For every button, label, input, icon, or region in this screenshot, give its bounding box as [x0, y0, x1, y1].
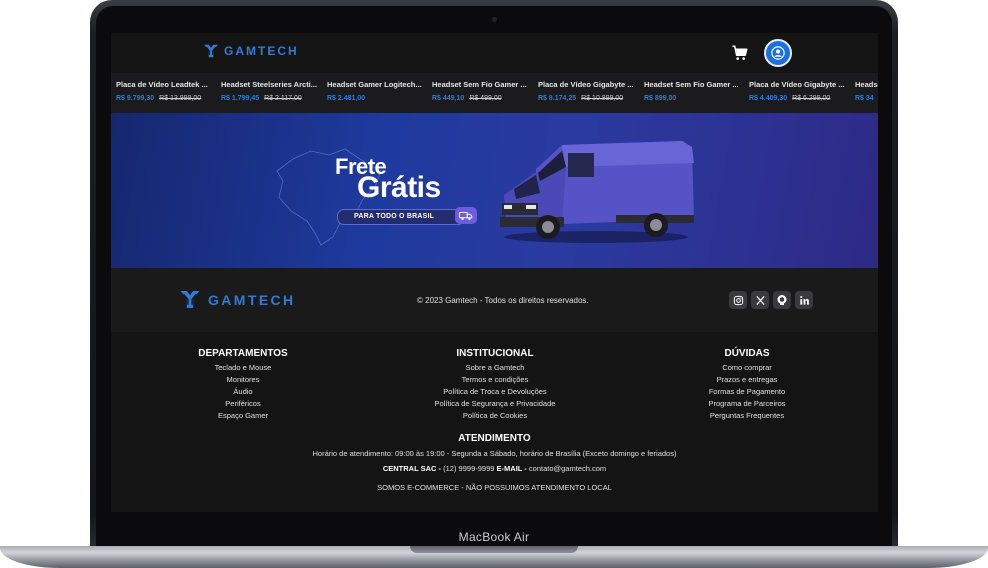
atendimento-section: ATENDIMENTO Horário de atendimento: 09:0…: [111, 433, 878, 492]
product-name: Placa de Vídeo Gigabyte ...: [538, 80, 634, 89]
atendimento-hours: Horário de atendimento: 09:00 às 19:00 -…: [312, 449, 677, 458]
footer-link[interactable]: Como comprar: [647, 362, 847, 374]
instagram-icon: [733, 295, 743, 305]
product-card[interactable]: Placa de Vídeo Gigabyte ... R$ 4.409,30 R…: [749, 80, 849, 102]
footer-link[interactable]: Programa de Parceiros: [647, 398, 847, 410]
footer-logo[interactable]: GAMTECH: [179, 290, 296, 309]
product-price: R$ 899,00: [644, 95, 677, 102]
sac-label: CENTRAL SAC -: [382, 464, 442, 473]
footer-link[interactable]: Política de Segurança e Privacidade: [395, 398, 595, 410]
copyright-text: © 2023 Gamtech - Todos os direitos reser…: [417, 296, 589, 305]
linkedin-button[interactable]: [795, 291, 813, 309]
column-title: DEPARTAMENTOS: [198, 348, 288, 359]
product-carousel: Placa de Vídeo Leadtek ... R$ 9.799,30 R$…: [111, 73, 878, 113]
gamtech-logo-icon: [204, 44, 218, 58]
email-label: E-MAIL -: [496, 464, 527, 473]
product-name: Headset Sem Fio Gamer ...: [644, 80, 739, 89]
product-price: R$ 449,10: [432, 95, 465, 102]
product-old-price: R$ 13.999,00: [159, 95, 202, 102]
product-price: R$ 34: [855, 95, 874, 102]
atendimento-title: ATENDIMENTO: [458, 433, 531, 444]
banner-title-gratis: Grátis: [357, 171, 441, 204]
screen: GAMTECH Placa de Vídeo Leadtek ... R$ 9.…: [111, 33, 878, 512]
product-name: Headset Steelseries Arcti...: [221, 80, 318, 89]
social-links: [729, 291, 813, 309]
user-avatar-button[interactable]: [764, 39, 792, 67]
footer-link[interactable]: Monitores: [143, 374, 343, 386]
instagram-button[interactable]: [729, 291, 747, 309]
footer-link[interactable]: Periféricos: [143, 398, 343, 410]
footer-link[interactable]: Termos e condições: [395, 374, 595, 386]
footer-link[interactable]: Teclado e Mouse: [143, 362, 343, 374]
product-card[interactable]: Headset R$ 34: [855, 80, 878, 102]
footer-top: GAMTECH © 2023 Gamtech - Todos os direit…: [111, 268, 878, 332]
product-card[interactable]: Headset Gamer Logitech... R$ 2.481,00: [327, 80, 427, 102]
camera-icon: [492, 17, 497, 22]
product-price: R$ 9.799,30: [116, 95, 155, 102]
truck-icon: [459, 211, 473, 220]
product-old-price: R$ 499,00: [469, 95, 502, 102]
banner-pill: PARA TODO O BRASIL: [337, 209, 465, 225]
footer-link[interactable]: Espaço Gamer: [143, 410, 343, 422]
footer-brand: GAMTECH: [208, 291, 296, 308]
product-old-price: R$ 6.299,00: [792, 95, 831, 102]
linkedin-icon: [799, 295, 809, 305]
product-name: Placa de Vídeo Leadtek ...: [116, 80, 208, 89]
column-title: DÚVIDAS: [724, 348, 770, 359]
product-name: Headset Gamer Logitech...: [327, 80, 422, 89]
x-icon: [755, 295, 765, 305]
product-card[interactable]: Placa de Vídeo Gigabyte ... R$ 8.174,25 R…: [538, 80, 638, 102]
site-header: GAMTECH: [111, 33, 878, 73]
product-card[interactable]: Placa de Vídeo Leadtek ... R$ 9.799,30 R$…: [116, 80, 216, 102]
product-card[interactable]: Headset Steelseries Arcti... R$ 1.799,45…: [221, 80, 321, 102]
device-label: MacBook Air: [458, 530, 530, 544]
product-card[interactable]: Headset Sem Fio Gamer ... R$ 899,00: [644, 80, 744, 102]
product-name: Placa de Vídeo Gigabyte ...: [749, 80, 845, 89]
banner-truck-badge: [455, 207, 477, 224]
footer-column-departamentos: DEPARTAMENTOS Teclado e Mouse Monitores …: [143, 348, 343, 422]
footer-link[interactable]: Prazos e entregas: [647, 374, 847, 386]
delivery-van-image: [500, 141, 694, 243]
free-shipping-banner[interactable]: Frete Grátis PARA TODO O BRASIL: [111, 113, 878, 268]
cart-icon[interactable]: [731, 44, 749, 62]
footer-link[interactable]: Áudio: [143, 386, 343, 398]
product-name: Headset Sem Fio Gamer ...: [432, 80, 527, 89]
product-price: R$ 2.481,00: [327, 95, 366, 102]
column-title: INSTITUCIONAL: [456, 348, 534, 359]
user-icon: [771, 46, 785, 60]
product-price: R$ 8.174,25: [538, 95, 577, 102]
laptop-notch: [410, 546, 578, 553]
footer-column-duvidas: DÚVIDAS Como comprar Prazos e entregas F…: [647, 348, 847, 422]
header-brand: GAMTECH: [224, 44, 299, 58]
footer-link[interactable]: Formas de Pagamento: [647, 386, 847, 398]
banner-pill-text: PARA TODO O BRASIL: [354, 213, 435, 220]
product-old-price: R$ 2.117,00: [264, 95, 302, 102]
header-logo[interactable]: GAMTECH: [203, 44, 299, 58]
sac-phone[interactable]: (12) 9999-9999: [443, 464, 494, 473]
footer-link[interactable]: Política de Cookies: [395, 410, 595, 422]
contact-email[interactable]: contato@gamtech.com: [529, 464, 606, 473]
atendimento-contact: CENTRAL SAC - (12) 9999-9999 E-MAIL - co…: [111, 464, 878, 473]
footer-link[interactable]: Sobre a Gamtech: [395, 362, 595, 374]
footer-link[interactable]: Perguntas Frequentes: [647, 410, 847, 422]
product-card[interactable]: Headset Sem Fio Gamer ... R$ 449,10 R$ 49…: [432, 80, 532, 102]
atendimento-note: SOMOS E-COMMERCE - NÃO POSSUIMOS ATENDIM…: [377, 483, 612, 492]
x-button[interactable]: [751, 291, 769, 309]
github-button[interactable]: [773, 291, 791, 309]
footer-link[interactable]: Política de Troca e Devoluções: [395, 386, 595, 398]
github-icon: [777, 295, 787, 305]
product-price: R$ 1.799,45: [221, 95, 260, 102]
footer-column-institucional: INSTITUCIONAL Sobre a Gamtech Termos e c…: [395, 348, 595, 422]
product-name: Headset: [855, 80, 878, 89]
product-price: R$ 4.409,30: [749, 95, 788, 102]
footer-links: DEPARTAMENTOS Teclado e Mouse Monitores …: [111, 332, 878, 512]
gamtech-logo-icon: [180, 291, 200, 308]
product-old-price: R$ 10.899,00: [581, 95, 624, 102]
